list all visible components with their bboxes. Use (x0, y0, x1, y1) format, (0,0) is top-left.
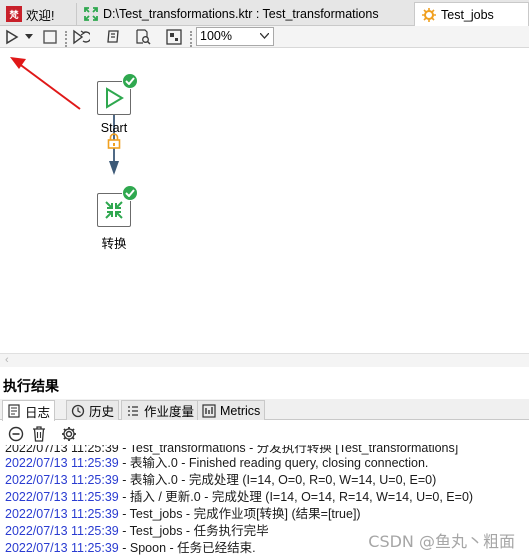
lock-icon (107, 133, 121, 149)
job-canvas[interactable]: Start 转换 (0, 49, 529, 353)
success-check-icon (122, 185, 138, 201)
tab-welcome[interactable]: 梵 欢迎! (0, 3, 73, 25)
sql-button[interactable] (103, 27, 123, 47)
results-tab-bar: 日志 历史 作业度量 Metrics (0, 399, 529, 421)
toolbar-separator (65, 31, 67, 47)
script-icon (107, 30, 119, 43)
metrics-icon (202, 403, 216, 418)
results-panel-title: 执行结果 (3, 378, 59, 394)
replay-icon (73, 29, 90, 45)
transformation-node-label: 转换 (101, 237, 127, 251)
watermark: CSDN @鱼丸丶粗面 (368, 532, 515, 551)
explore-db-button[interactable] (133, 27, 153, 47)
tab-history[interactable]: 历史 (66, 400, 120, 420)
stop-icon (43, 30, 57, 44)
success-check-icon (122, 73, 138, 89)
run-options-dropdown[interactable] (22, 27, 36, 47)
job-icon (422, 7, 436, 22)
log-line: 2022/07/13 11:25:39 - Spoon - 任务已经结束. (5, 541, 256, 555)
tab-transformation[interactable]: D:\Test_transformations.ktr : Test_trans… (76, 3, 412, 25)
tab-log-label: 日志 (25, 405, 51, 420)
spoon-logo-icon: 梵 (6, 6, 22, 22)
job-toolbar: 100% (0, 26, 529, 48)
canvas-horizontal-scrollbar[interactable]: ‹ (0, 353, 529, 367)
tab-metrics-label: Metrics (220, 403, 261, 418)
editor-tab-bar: 梵 欢迎! D:\Test_transformations.ktr : Test… (0, 0, 529, 26)
transformation-icon (105, 201, 123, 219)
svg-text:梵: 梵 (9, 9, 19, 21)
chevron-down-icon (260, 33, 269, 39)
list-icon (128, 405, 138, 416)
tab-test-jobs[interactable]: Test_jobs (414, 2, 529, 26)
start-node-label: Start (100, 121, 128, 135)
trash-icon (33, 426, 45, 442)
search-document-icon (136, 29, 151, 45)
grid-view-icon (166, 29, 182, 45)
clear-log-button[interactable] (29, 424, 49, 444)
annotation-arrow (10, 57, 81, 110)
play-icon (6, 29, 19, 45)
log-icon (8, 404, 20, 418)
fit-view-button[interactable] (164, 27, 184, 47)
toolbar-separator (190, 31, 192, 47)
tab-test-jobs-label: Test_jobs (441, 7, 494, 22)
zoom-value: 100% (200, 29, 232, 43)
tab-transformation-label: D:\Test_transformations.ktr : Test_trans… (103, 7, 379, 21)
gear-icon (62, 427, 76, 441)
tab-log[interactable]: 日志 (2, 400, 56, 421)
collapse-button[interactable] (6, 424, 26, 444)
log-settings-button[interactable] (59, 424, 79, 444)
transformation-icon (84, 7, 98, 21)
tab-metrics[interactable]: Metrics (197, 400, 266, 420)
replay-button[interactable] (71, 27, 91, 47)
chevron-down-icon (25, 34, 33, 39)
tab-welcome-label: 欢迎! (26, 8, 55, 23)
tab-job-metrics[interactable]: 作业度量 (121, 400, 200, 420)
start-play-icon (106, 87, 124, 109)
scroll-left-icon[interactable]: ‹ (5, 354, 9, 366)
tab-job-metrics-label: 作业度量 (144, 405, 195, 419)
stop-button[interactable] (40, 27, 60, 47)
log-toolbar (0, 421, 529, 445)
minus-circle-icon (8, 426, 24, 442)
clock-icon (71, 404, 85, 417)
zoom-select[interactable]: 100% (196, 27, 274, 46)
run-button[interactable] (2, 27, 22, 47)
tab-history-label: 历史 (89, 405, 115, 419)
